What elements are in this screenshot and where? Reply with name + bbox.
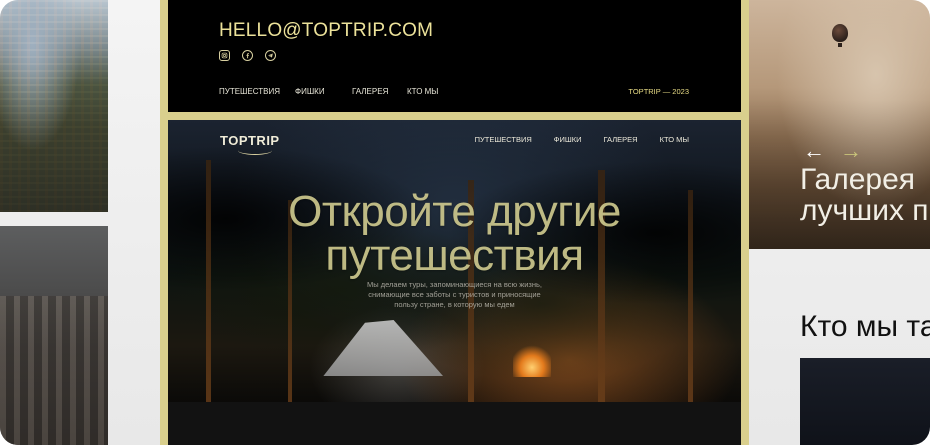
gallery-next-button[interactable]: → bbox=[840, 138, 862, 164]
footer-nav-about[interactable]: КТО МЫ bbox=[407, 87, 438, 96]
hero-nav: ПУТЕШЕСТВИЯ ФИШКИ ГАЛЕРЕЯ КТО МЫ bbox=[475, 135, 689, 144]
hero-subtitle: Мы делаем туры, запоминающиеся на всю жи… bbox=[168, 280, 741, 310]
gallery-title: Галерея лучших п bbox=[800, 164, 929, 226]
showcase-frame: ← → Галерея лучших п Кто мы та HELLO@TOP… bbox=[0, 0, 930, 445]
footer-nav-features[interactable]: ФИШКИ bbox=[295, 87, 352, 96]
site-mockup: HELLO@TOPTRIP.COM ПУТЕШЕСТВИЯ ФИШКИ ГАЛЕ… bbox=[160, 0, 749, 445]
hero-title-line1: Откройте другие bbox=[288, 187, 621, 236]
who-we-are-title: Кто мы та bbox=[800, 310, 930, 343]
nav-features[interactable]: ФИШКИ bbox=[554, 135, 582, 144]
social-links bbox=[219, 50, 276, 61]
nav-about[interactable]: КТО МЫ bbox=[660, 135, 689, 144]
hero-title: Откройте другие путешествия bbox=[168, 190, 741, 278]
gallery-title-line2: лучших п bbox=[800, 194, 929, 227]
footer-email-link[interactable]: HELLO@TOPTRIP.COM bbox=[219, 20, 433, 42]
next-section-preview bbox=[168, 402, 741, 445]
logo-swash bbox=[238, 146, 272, 155]
campfire-image bbox=[513, 345, 551, 377]
facebook-icon[interactable] bbox=[242, 50, 253, 61]
footer-nav: ПУТЕШЕСТВИЯ ФИШКИ ГАЛЕРЕЯ КТО МЫ bbox=[219, 87, 438, 96]
instagram-icon[interactable] bbox=[219, 50, 230, 61]
nav-gallery[interactable]: ГАЛЕРЕЯ bbox=[604, 135, 638, 144]
city-photo-top bbox=[0, 0, 108, 212]
footer-nav-travel[interactable]: ПУТЕШЕСТВИЯ bbox=[219, 87, 295, 96]
hero-title-line2: путешествия bbox=[325, 231, 584, 280]
hero-section: TOPTRIP ПУТЕШЕСТВИЯ ФИШКИ ГАЛЕРЕЯ КТО МЫ… bbox=[168, 120, 741, 402]
nav-travel[interactable]: ПУТЕШЕСТВИЯ bbox=[475, 135, 532, 144]
who-we-are-image bbox=[800, 358, 930, 445]
footer-nav-gallery[interactable]: ГАЛЕРЕЯ bbox=[352, 87, 407, 96]
footer-copyright: TOPTRIP — 2023 bbox=[628, 87, 689, 96]
hot-air-balloon-icon bbox=[832, 24, 848, 47]
gallery-prev-button[interactable]: ← bbox=[803, 138, 825, 164]
city-photo-bottom bbox=[0, 226, 108, 445]
hero-subtitle-line2: снимающие все заботы с туристов и принос… bbox=[368, 290, 541, 299]
hero-subtitle-line3: пользу стране, в которую мы едем bbox=[394, 300, 515, 309]
gallery-title-line1: Галерея bbox=[800, 163, 916, 196]
telegram-icon[interactable] bbox=[265, 50, 276, 61]
hero-nav-bar: TOPTRIP ПУТЕШЕСТВИЯ ФИШКИ ГАЛЕРЕЯ КТО МЫ bbox=[168, 132, 741, 155]
gold-divider bbox=[168, 112, 741, 120]
hero-subtitle-line1: Мы делаем туры, запоминающиеся на всю жи… bbox=[367, 280, 542, 289]
site-footer: HELLO@TOPTRIP.COM ПУТЕШЕСТВИЯ ФИШКИ ГАЛЕ… bbox=[168, 0, 741, 112]
